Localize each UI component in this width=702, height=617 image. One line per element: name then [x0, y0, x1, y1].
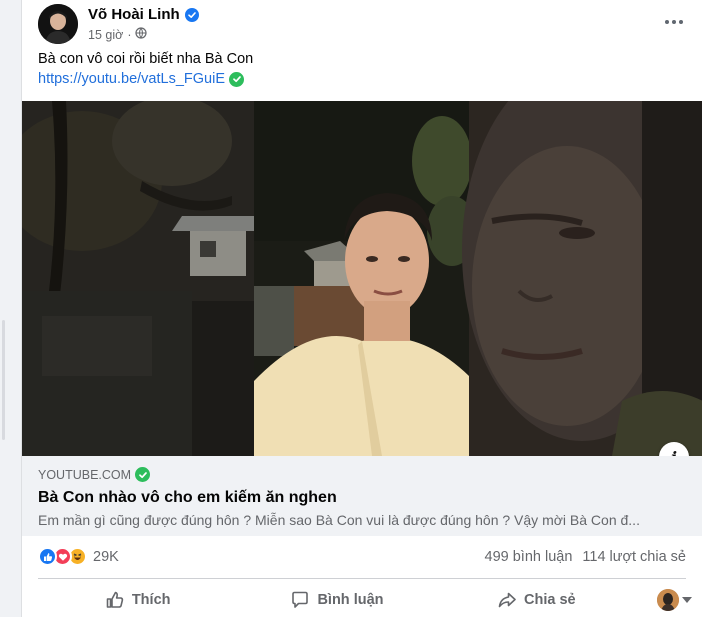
comment-icon: [290, 590, 310, 610]
more-icon[interactable]: [656, 10, 692, 34]
audience-selector[interactable]: [636, 589, 692, 611]
scroll-indicator: [2, 320, 5, 440]
thumbs-up-icon: [105, 590, 125, 610]
globe-icon[interactable]: [135, 27, 148, 42]
check-icon: [229, 71, 244, 87]
post-meta: 15 giờ ·: [88, 27, 148, 42]
actions-divider: [38, 578, 686, 579]
like-reaction-icon: [38, 547, 57, 566]
like-label[interactable]: Thích: [132, 592, 171, 608]
post-text: Bà con vô coi rồi biết nha Bà Con: [38, 51, 254, 67]
preview-description: Em mần gì cũng được đúng hôn ? Miễn sao …: [38, 512, 640, 528]
post-stats: 29K 499 bình luận 114 lượt chia sẻ: [38, 545, 686, 569]
reactions-summary[interactable]: 29K: [38, 547, 119, 566]
post-header: Võ Hoài Linh 15 giờ ·: [38, 4, 692, 46]
post-link-text[interactable]: https://youtu.be/vatLs_FGuiE: [38, 71, 225, 87]
comment-count[interactable]: 499 bình luận: [485, 549, 573, 565]
post-card: Võ Hoài Linh 15 giờ · Bà con vô coi rồi …: [21, 0, 702, 617]
author-name[interactable]: Võ Hoài Linh: [88, 6, 199, 23]
share-label[interactable]: Chia sẻ: [524, 592, 576, 608]
preview-domain: YOUTUBE.COM: [38, 467, 151, 482]
preview-title[interactable]: Bà Con nhào vô cho em kiếm ăn nghen: [38, 489, 337, 507]
author-avatar[interactable]: [38, 4, 78, 44]
reaction-count[interactable]: 29K: [93, 549, 119, 565]
post-actions: Thích Bình luận Chia sẻ: [38, 583, 692, 617]
caret-down-icon: [681, 597, 692, 603]
post-link[interactable]: https://youtu.be/vatLs_FGuiE: [38, 71, 244, 87]
share-button[interactable]: Chia sẻ: [437, 584, 636, 616]
comment-label[interactable]: Bình luận: [317, 592, 383, 608]
link-preview[interactable]: YOUTUBE.COM Bà Con nhào vô cho em kiếm ă…: [22, 456, 702, 536]
like-button[interactable]: Thích: [38, 584, 237, 616]
stats-right: 499 bình luận 114 lượt chia sẻ: [485, 549, 686, 565]
profile-avatar: [656, 589, 679, 611]
share-icon: [497, 590, 517, 610]
meta-separator: ·: [127, 27, 132, 42]
post-time[interactable]: 15 giờ: [88, 28, 123, 42]
check-icon: [135, 467, 151, 482]
comment-button[interactable]: Bình luận: [237, 584, 436, 616]
preview-domain-text: YOUTUBE.COM: [38, 467, 132, 482]
author-name-text[interactable]: Võ Hoài Linh: [88, 6, 180, 23]
video-thumbnail[interactable]: i: [22, 101, 702, 456]
share-count[interactable]: 114 lượt chia sẻ: [582, 549, 686, 565]
left-gutter: [0, 0, 8, 617]
verified-icon: [184, 7, 199, 22]
